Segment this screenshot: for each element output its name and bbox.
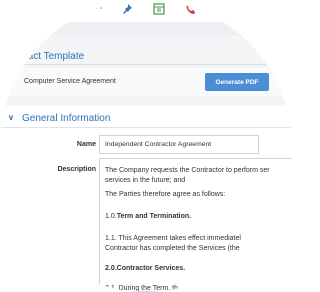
description-heading: Term and Termination.	[116, 213, 192, 220]
contract-template-section: ntract Template Computer Service Agreeme…	[0, 36, 292, 106]
top-toolbar	[0, 0, 292, 18]
pin-icon[interactable]	[120, 2, 134, 14]
name-label: Name	[76, 141, 96, 148]
name-field[interactable]: Independent Contractor Agreement	[99, 135, 259, 154]
description-line: services in the future; and	[105, 177, 186, 184]
menu-dots-icon[interactable]	[92, 4, 102, 12]
contract-template-title: ntract Template	[16, 51, 85, 62]
general-information-title: General Information	[22, 113, 111, 124]
description-line: Contractor has completed the Services (t…	[105, 245, 240, 252]
app-viewport: ntract Template Computer Service Agreeme…	[0, 0, 292, 292]
description-heading: 2.0.Contractor Services.	[105, 265, 186, 272]
description-line: The Company requests the Contractor to p…	[105, 167, 270, 174]
section-divider	[0, 64, 292, 65]
general-information-header[interactable]: ∨ General Information	[0, 110, 292, 128]
description-label: Description	[57, 166, 96, 173]
chevron-down-icon[interactable]: ∨	[8, 113, 14, 122]
description-line: 1.0.Term and Termination.	[105, 213, 192, 220]
generate-pdf-button[interactable]: Generate PDF	[205, 73, 269, 91]
description-line: 1.1. This Agreement takes effect immedia…	[105, 235, 241, 242]
grid-icon[interactable]	[152, 2, 166, 15]
contract-template-select[interactable]: Computer Service Agreement	[24, 78, 116, 85]
phone-icon[interactable]	[184, 2, 198, 14]
description-editor[interactable]: The Company requests the Contractor to p…	[99, 158, 292, 292]
description-line: The Parties therefore agree as follows:	[105, 191, 226, 198]
description-line: 2.1. During the Term, th	[105, 285, 179, 292]
contract-template-row: Computer Service Agreement Generate PDF	[0, 68, 292, 96]
toolbar-separator	[0, 22, 292, 36]
